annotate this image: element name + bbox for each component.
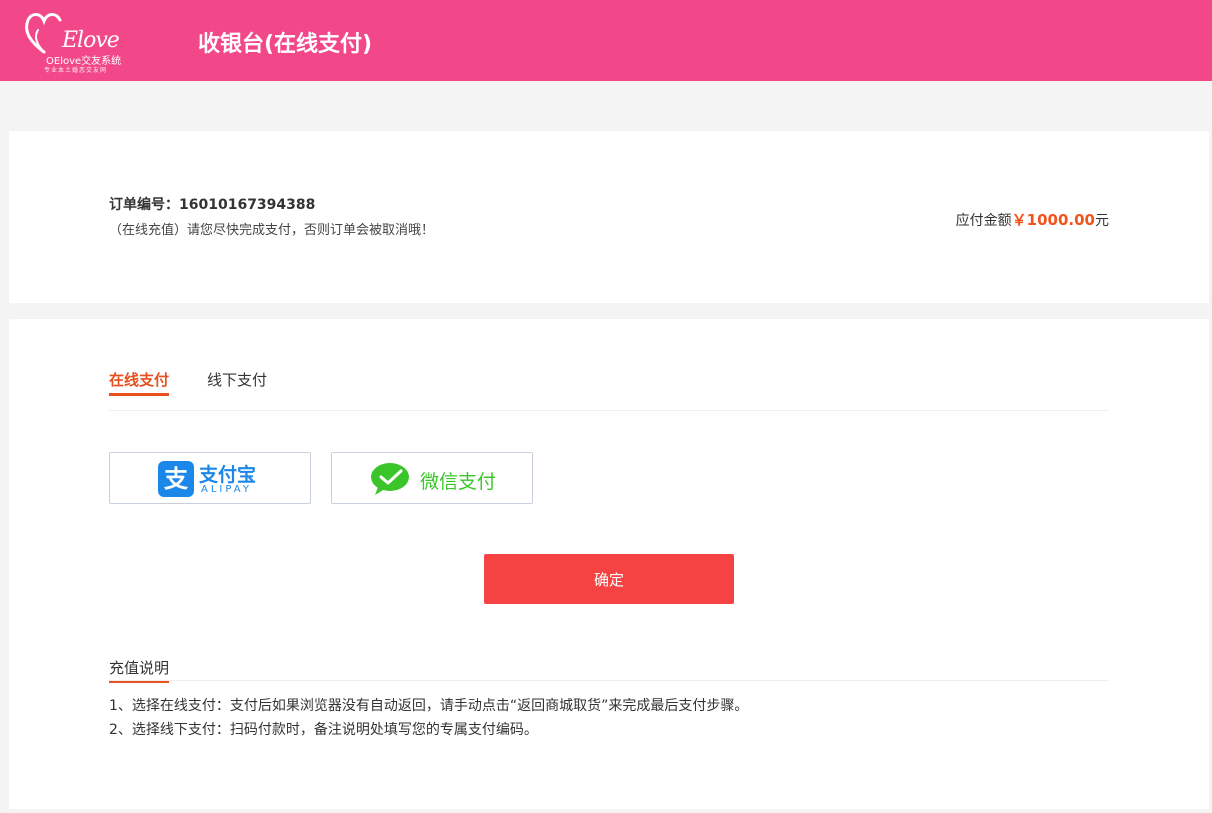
logo-slogan-text: 专业本土婚恋交友网 <box>44 67 108 74</box>
notes-header: 充值说明 <box>109 657 1109 683</box>
alipay-option[interactable]: 支 支付宝 ALIPAY <box>109 452 311 504</box>
tab-online-payment[interactable]: 在线支付 <box>109 369 170 396</box>
amount-prefix: 应付金额 <box>955 213 1012 229</box>
amount-value: ￥1000.00 <box>1011 211 1095 229</box>
wechat-pay-icon <box>371 463 409 495</box>
tab-offline-payment[interactable]: 线下支付 <box>207 369 267 396</box>
top-header: Elove OElove交友系统 专业本土婚恋交友网 收银台(在线支付) <box>0 0 1212 81</box>
logo-script-text: Elove <box>62 28 120 53</box>
note-item: 2、选择线下支付：扫码付款时，备注说明处填写您的专属支付编码。 <box>109 722 538 738</box>
order-number: 订单编号：16010167394388 <box>109 197 316 213</box>
payment-tabs: 在线支付 线下支付 <box>109 369 1109 411</box>
notes-list: 1、选择在线支付：支付后如果浏览器没有自动返回，请手动点击“返回商城取货”来完成… <box>109 694 1109 742</box>
page-title: 收银台(在线支付) <box>198 32 373 57</box>
wechat-pay-label: 微信支付 <box>420 471 497 493</box>
payment-card: 在线支付 线下支付 支 支付宝 ALIPAY 微信支付 确定 充值说明 1、选择… <box>9 319 1209 809</box>
order-hint: （在线充值）请您尽快完成支付，否则订单会被取消哦！ <box>109 223 435 238</box>
site-logo[interactable]: Elove OElove交友系统 专业本土婚恋交友网 <box>22 8 137 74</box>
alipay-label-cn: 支付宝 <box>199 464 257 486</box>
amount-suffix: 元 <box>1095 213 1109 229</box>
wechat-pay-option[interactable]: 微信支付 <box>331 452 533 504</box>
alipay-label-en: ALIPAY <box>201 484 252 495</box>
heart-logo-icon <box>25 13 62 54</box>
order-info-card: 订单编号：16010167394388 （在线充值）请您尽快完成支付，否则订单会… <box>9 131 1209 303</box>
amount-due: 应付金额￥1000.00元 <box>956 209 1109 230</box>
alipay-icon: 支 <box>158 461 194 497</box>
notes-title: 充值说明 <box>109 657 170 683</box>
confirm-button[interactable]: 确定 <box>484 554 734 604</box>
note-item: 1、选择在线支付：支付后如果浏览器没有自动返回，请手动点击“返回商城取货”来完成… <box>109 698 749 714</box>
